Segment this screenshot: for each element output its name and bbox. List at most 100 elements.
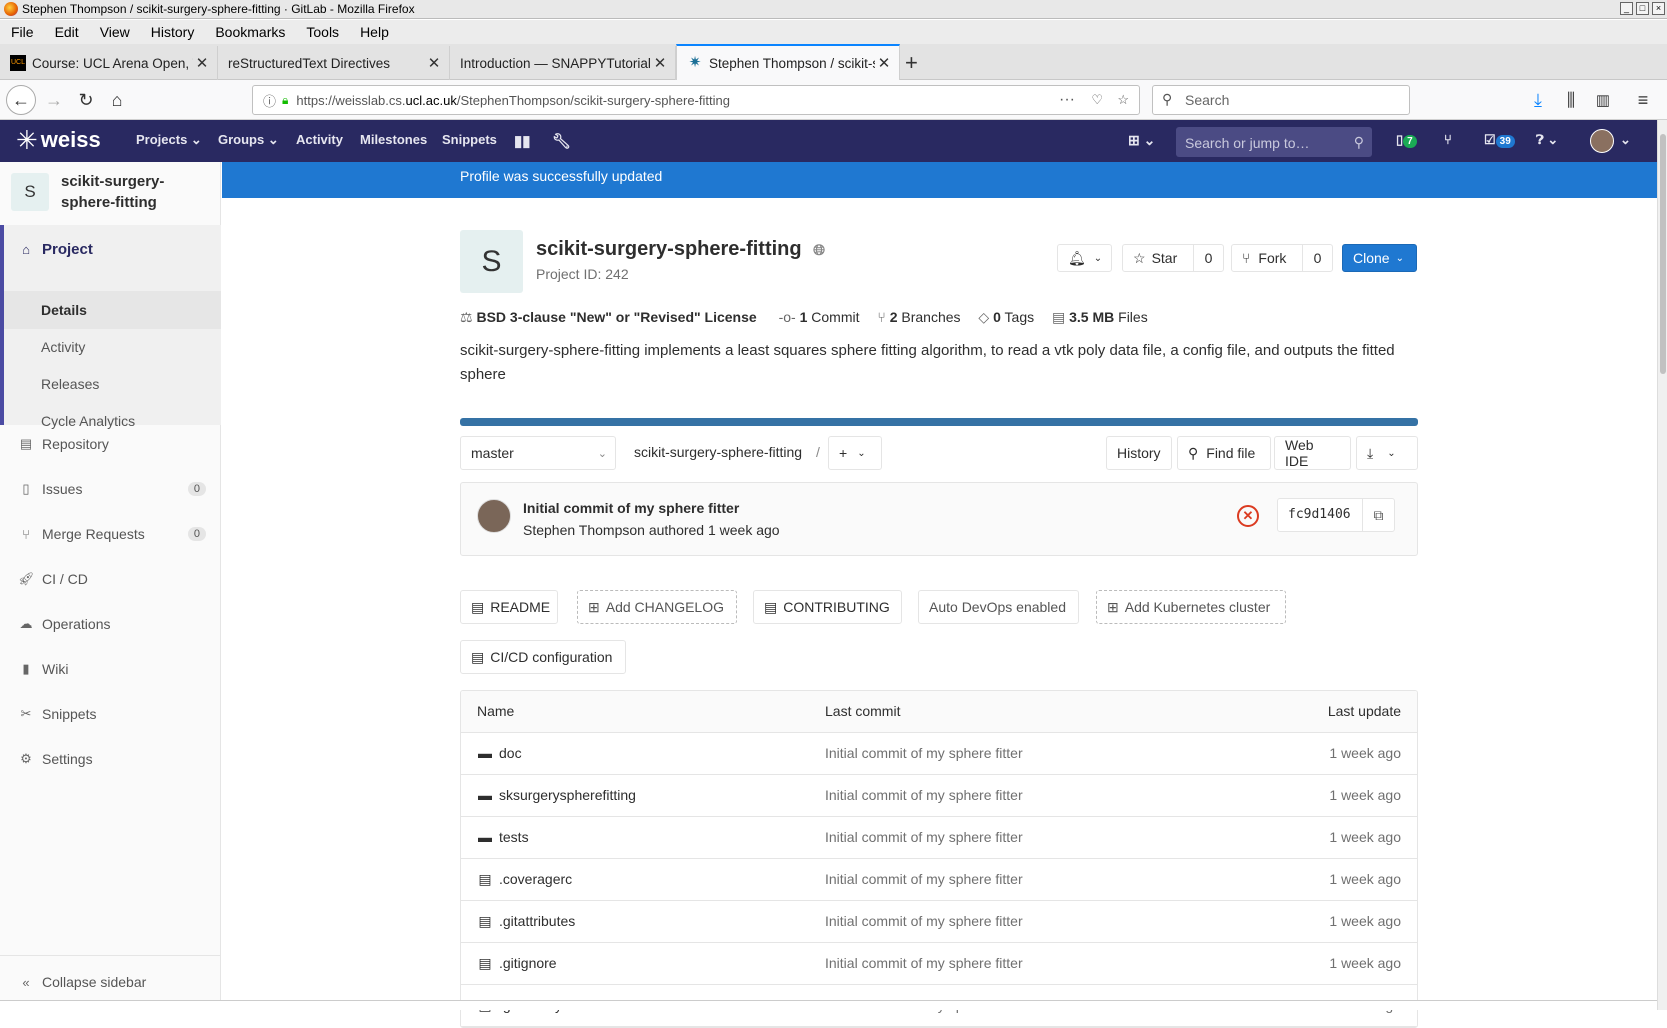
contributing-button[interactable]: ▤ CONTRIBUTING: [753, 590, 902, 624]
file-name[interactable]: ▤ .coveragerc: [477, 871, 572, 888]
add-file-button[interactable]: + ⌄: [828, 436, 882, 470]
reload-icon[interactable]: ↻: [73, 87, 99, 113]
hamburger-menu-icon[interactable]: ≡: [1630, 87, 1656, 113]
fork-button[interactable]: ⑂ Fork: [1231, 244, 1303, 272]
help-icon[interactable]: ❓︎ ⌄: [1536, 132, 1558, 148]
nav-snippets[interactable]: Snippets: [442, 132, 497, 147]
gitlab-logo[interactable]: ✳ weiss: [16, 127, 101, 153]
browser-search-input[interactable]: ⚲ Search: [1152, 85, 1410, 115]
sidebar-toggle-icon[interactable]: ▥: [1590, 87, 1616, 113]
clone-button[interactable]: Clone ⌄: [1342, 244, 1417, 272]
branch-select[interactable]: master ⌄: [460, 436, 616, 470]
tab-ucl-arena[interactable]: UCL Course: UCL Arena Open, T ✕: [0, 46, 218, 80]
merge-requests-icon[interactable]: ⑂: [1444, 132, 1452, 147]
table-row[interactable]: ▤ .gitattributes Initial commit of my sph…: [461, 901, 1417, 943]
sidebar-item-repository[interactable]: ▤ Repository: [0, 424, 221, 464]
downloads-icon[interactable]: ⤓: [1525, 87, 1551, 113]
file-last-commit[interactable]: Initial commit of my sphere fitter: [825, 787, 1023, 803]
library-icon[interactable]: ⫼: [1558, 87, 1584, 113]
file-last-commit[interactable]: Initial commit of my sphere fitter: [825, 955, 1023, 971]
close-window-icon[interactable]: ×: [1652, 2, 1665, 15]
issues-icon[interactable]: ▯ 7: [1396, 132, 1417, 148]
branches-link[interactable]: 2 Branches: [890, 309, 961, 325]
back-icon[interactable]: ←: [6, 85, 36, 115]
sidebar-item-ci-cd[interactable]: 🚀︎ CI / CD: [0, 559, 221, 599]
menu-help[interactable]: Help: [360, 24, 389, 40]
download-button[interactable]: ⤓ ⌄: [1356, 436, 1418, 470]
gitlab-search-input[interactable]: Search or jump to… ⚲: [1176, 127, 1372, 157]
sidebar-project-name[interactable]: scikit-surgery-sphere-fitting: [61, 171, 211, 213]
maximize-icon[interactable]: □: [1636, 2, 1649, 15]
auto-devops-button[interactable]: Auto DevOps enabled: [918, 590, 1079, 624]
file-name[interactable]: ▬ doc: [477, 745, 522, 761]
menu-edit[interactable]: Edit: [55, 24, 79, 40]
find-file-button[interactable]: ⚲ Find file: [1177, 436, 1271, 470]
close-tab-icon[interactable]: ✕: [425, 54, 443, 72]
commit-sha[interactable]: fc9d1406: [1277, 498, 1363, 532]
project-avatar[interactable]: S: [11, 173, 49, 211]
menu-file[interactable]: File: [11, 24, 34, 40]
sidebar-item-merge-requests[interactable]: ⑂ Merge Requests 0: [0, 514, 221, 554]
commits-link[interactable]: 1 Commit: [800, 309, 860, 325]
sidebar-sub-releases[interactable]: Releases: [41, 376, 99, 392]
sidebar-item-snippets[interactable]: ✂ Snippets: [0, 694, 221, 734]
tab-snappy-tutorial[interactable]: Introduction — SNAPPYTutorial ✕: [450, 46, 676, 80]
ci-cd-config-button[interactable]: ▤ CI/CD configuration: [460, 640, 626, 674]
table-row[interactable]: ▤ .gitignore Initial commit of my sphere …: [461, 943, 1417, 985]
author-avatar[interactable]: [477, 499, 511, 533]
file-last-commit[interactable]: Initial commit of my sphere fitter: [825, 871, 1023, 887]
menu-view[interactable]: View: [100, 24, 130, 40]
sidebar-item-wiki[interactable]: ▮ Wiki: [0, 649, 221, 689]
table-row[interactable]: ▤ .coveragerc Initial commit of my sphere…: [461, 859, 1417, 901]
star-count[interactable]: 0: [1193, 244, 1224, 272]
pipeline-failed-icon[interactable]: ✕: [1237, 505, 1259, 527]
close-tab-icon[interactable]: ✕: [875, 54, 893, 72]
readme-button[interactable]: ▤ README: [460, 590, 558, 624]
sidebar-item-settings[interactable]: ⚙ Settings: [0, 739, 221, 779]
star-button[interactable]: ☆ Star: [1122, 244, 1194, 272]
menu-tools[interactable]: Tools: [306, 24, 339, 40]
nav-milestones[interactable]: Milestones: [360, 132, 427, 147]
file-name[interactable]: ▬ tests: [477, 829, 529, 845]
nav-activity[interactable]: Activity: [296, 132, 343, 147]
file-last-commit[interactable]: Initial commit of my sphere fitter: [825, 913, 1023, 929]
bookmark-star-icon[interactable]: ☆: [1117, 92, 1129, 108]
table-row[interactable]: ▬ sksurgeryspherefitting Initial commit o…: [461, 775, 1417, 817]
page-actions-icon[interactable]: ···: [1059, 91, 1075, 109]
table-row[interactable]: ▬ doc Initial commit of my sphere fitter …: [461, 733, 1417, 775]
copy-sha-icon[interactable]: ⧉: [1362, 498, 1395, 532]
license-link[interactable]: BSD 3-clause "New" or "Revised" License: [476, 309, 756, 325]
close-tab-icon[interactable]: ✕: [193, 54, 211, 72]
file-name[interactable]: ▬ sksurgeryspherefitting: [477, 787, 636, 803]
menu-bookmarks[interactable]: Bookmarks: [215, 24, 285, 40]
history-button[interactable]: History: [1106, 436, 1172, 470]
notification-button[interactable]: 🔔︎ ⌄: [1057, 244, 1112, 272]
forward-icon[interactable]: →: [41, 87, 67, 113]
add-changelog-button[interactable]: ⊞ Add CHANGELOG: [577, 590, 737, 624]
new-plus-icon[interactable]: ⊞ ⌄: [1128, 132, 1155, 149]
files-link[interactable]: 3.5 MB Files: [1069, 309, 1148, 325]
table-row[interactable]: ▬ tests Initial commit of my sphere fitte…: [461, 817, 1417, 859]
file-name[interactable]: ▤ .gitattributes: [477, 913, 575, 930]
new-tab-icon[interactable]: +: [905, 50, 918, 76]
user-avatar[interactable]: [1590, 129, 1614, 153]
menu-history[interactable]: History: [151, 24, 195, 40]
collapse-sidebar-button[interactable]: « Collapse sidebar: [0, 962, 221, 1002]
sidebar-item-operations[interactable]: ☁ Operations: [0, 604, 221, 644]
sidebar-item-issues[interactable]: ▯ Issues 0: [0, 469, 221, 509]
file-last-commit[interactable]: Initial commit of my sphere fitter: [825, 745, 1023, 761]
admin-wrench-icon[interactable]: 🔧︎: [552, 132, 571, 150]
tab-rst-directives[interactable]: reStructuredText Directives ✕: [218, 46, 450, 80]
chevron-down-icon[interactable]: ⌄: [1620, 132, 1631, 148]
tab-gitlab-active[interactable]: ✷ Stephen Thompson / scikit-s ✕: [676, 44, 900, 80]
nav-projects[interactable]: Projects ⌄: [136, 132, 202, 148]
info-icon[interactable]: ⓘ: [263, 91, 276, 110]
add-kubernetes-button[interactable]: ⊞ Add Kubernetes cluster: [1096, 590, 1286, 624]
tags-link[interactable]: 0 Tags: [993, 309, 1034, 325]
sidebar-item-project[interactable]: ⌂ Project: [0, 229, 221, 269]
fork-count[interactable]: 0: [1302, 244, 1333, 272]
commit-title[interactable]: Initial commit of my sphere fitter: [523, 500, 739, 516]
sidebar-sub-activity[interactable]: Activity: [41, 339, 85, 355]
pocket-icon[interactable]: ♡: [1091, 92, 1103, 108]
scrollbar-thumb[interactable]: [1660, 134, 1666, 374]
